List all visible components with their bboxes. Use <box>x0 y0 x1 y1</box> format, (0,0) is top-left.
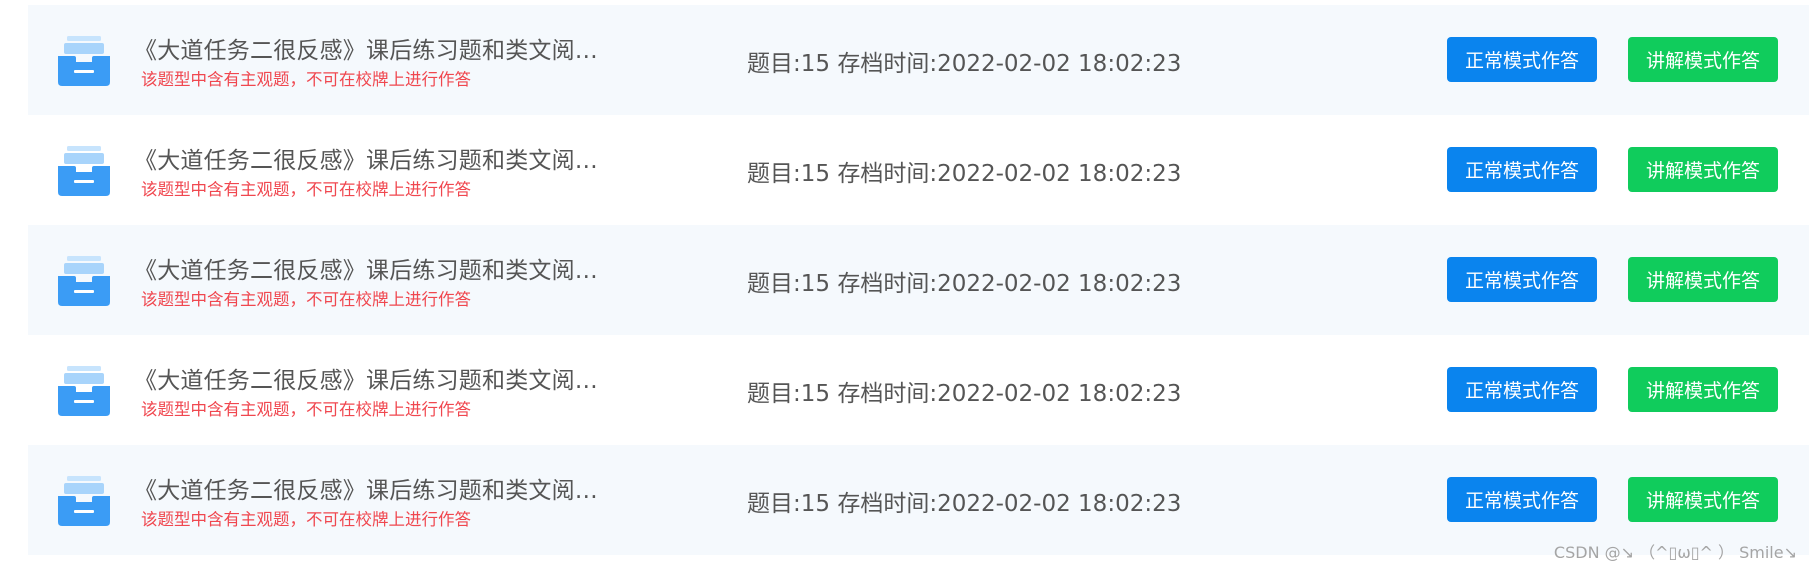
subjective-warning: 该题型中含有主观题，不可在校牌上进行作答 <box>141 510 471 529</box>
exercise-title: 《大道任务二很反感》课后练习题和类文阅… <box>134 38 598 64</box>
subjective-warning: 该题型中含有主观题，不可在校牌上进行作答 <box>141 180 471 199</box>
exercise-meta: 题目:15 存档时间:2022-02-02 18:02:23 <box>747 51 1182 77</box>
normal-mode-button[interactable]: 正常模式作答 <box>1447 37 1597 82</box>
inbox-tray-icon <box>58 146 110 196</box>
exercise-title: 《大道任务二很反感》课后练习题和类文阅… <box>134 368 598 394</box>
list-item: 《大道任务二很反感》课后练习题和类文阅… 该题型中含有主观题，不可在校牌上进行作… <box>28 225 1809 335</box>
explain-mode-button[interactable]: 讲解模式作答 <box>1628 37 1778 82</box>
normal-mode-button[interactable]: 正常模式作答 <box>1447 477 1597 522</box>
exercise-title: 《大道任务二很反感》课后练习题和类文阅… <box>134 148 598 174</box>
explain-mode-button[interactable]: 讲解模式作答 <box>1628 147 1778 192</box>
exercise-meta: 题目:15 存档时间:2022-02-02 18:02:23 <box>747 161 1182 187</box>
inbox-tray-icon <box>58 256 110 306</box>
exercise-title: 《大道任务二很反感》课后练习题和类文阅… <box>134 258 598 284</box>
exercise-meta: 题目:15 存档时间:2022-02-02 18:02:23 <box>747 381 1182 407</box>
normal-mode-button[interactable]: 正常模式作答 <box>1447 367 1597 412</box>
normal-mode-button[interactable]: 正常模式作答 <box>1447 257 1597 302</box>
exercise-title: 《大道任务二很反感》课后练习题和类文阅… <box>134 478 598 504</box>
normal-mode-button[interactable]: 正常模式作答 <box>1447 147 1597 192</box>
list-item: 《大道任务二很反感》课后练习题和类文阅… 该题型中含有主观题，不可在校牌上进行作… <box>28 445 1809 555</box>
list-item: 《大道任务二很反感》课后练习题和类文阅… 该题型中含有主观题，不可在校牌上进行作… <box>28 115 1809 225</box>
subjective-warning: 该题型中含有主观题，不可在校牌上进行作答 <box>141 290 471 309</box>
list-item: 《大道任务二很反感》课后练习题和类文阅… 该题型中含有主观题，不可在校牌上进行作… <box>28 335 1809 445</box>
inbox-tray-icon <box>58 366 110 416</box>
list-item: 《大道任务二很反感》课后练习题和类文阅… 该题型中含有主观题，不可在校牌上进行作… <box>28 5 1809 115</box>
exercise-meta: 题目:15 存档时间:2022-02-02 18:02:23 <box>747 271 1182 297</box>
inbox-tray-icon <box>58 476 110 526</box>
explain-mode-button[interactable]: 讲解模式作答 <box>1628 257 1778 302</box>
explain-mode-button[interactable]: 讲解模式作答 <box>1628 477 1778 522</box>
exercise-list: 《大道任务二很反感》课后练习题和类文阅… 该题型中含有主观题，不可在校牌上进行作… <box>28 5 1809 555</box>
inbox-tray-icon <box>58 36 110 86</box>
subjective-warning: 该题型中含有主观题，不可在校牌上进行作答 <box>141 70 471 89</box>
explain-mode-button[interactable]: 讲解模式作答 <box>1628 367 1778 412</box>
csdn-watermark: CSDN @↘ （^▯ω▯^ ） Smile↘ <box>1553 543 1797 562</box>
exercise-meta: 题目:15 存档时间:2022-02-02 18:02:23 <box>747 491 1182 517</box>
subjective-warning: 该题型中含有主观题，不可在校牌上进行作答 <box>141 400 471 419</box>
